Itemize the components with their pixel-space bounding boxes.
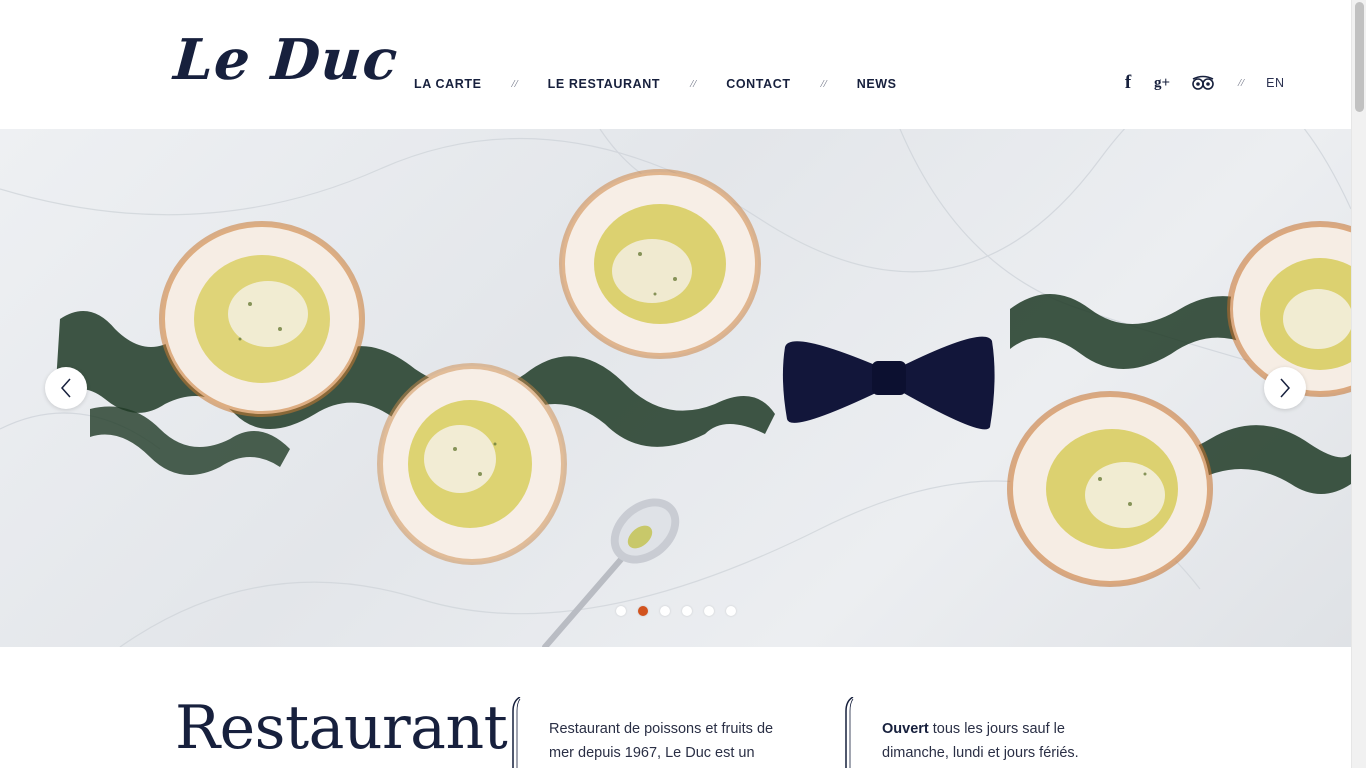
hero-image [0,129,1351,647]
nav-item-la-carte[interactable]: LA CARTE [414,75,482,93]
social-links: f g+ // EN [1120,72,1285,94]
slider-dots [616,606,748,616]
slider-dot[interactable] [704,606,714,616]
main-nav: LA CARTE // LE RESTAURANT // CONTACT // … [414,75,897,93]
google-plus-icon[interactable]: g+ [1152,75,1172,92]
slider-dot[interactable] [682,606,692,616]
opening-hours-bold: Ouvert [882,721,929,737]
logo[interactable]: Le Duc [172,27,400,93]
slider-prev-button[interactable] [45,367,87,409]
intro-description: Restaurant de poissons et fruits de mer … [549,721,774,761]
chevron-right-icon [1280,378,1291,398]
slider-dot[interactable] [616,606,626,616]
slider-dot[interactable] [638,606,648,616]
bracket-decoration [512,697,521,768]
scrollbar-thumb[interactable] [1355,2,1364,112]
nav-item-contact[interactable]: CONTACT [726,75,790,93]
intro-section: Restaurant Restaurant de poissons et fru… [0,647,1351,768]
nav-separator: // [820,78,827,90]
opening-hours: Ouvert tous les jours sauf le dimanche, … [882,717,1122,765]
language-switch[interactable]: EN [1266,76,1284,90]
chevron-left-icon [60,378,71,398]
slider-dot[interactable] [660,606,670,616]
social-separator: // [1238,77,1245,89]
nav-item-news[interactable]: NEWS [857,75,897,93]
page-title: Restaurant [175,693,508,763]
nav-item-le-restaurant[interactable]: LE RESTAURANT [548,75,660,93]
site-header: Le Duc LA CARTE // LE RESTAURANT // CONT… [0,0,1351,129]
scrollbar[interactable] [1351,0,1366,768]
nav-separator: // [511,78,518,90]
nav-separator: // [690,78,697,90]
tripadvisor-icon[interactable] [1190,75,1216,91]
slider-next-button[interactable] [1264,367,1306,409]
facebook-icon[interactable]: f [1120,72,1136,94]
bracket-decoration [845,697,854,768]
hero-slider[interactable] [0,129,1351,647]
slider-dot[interactable] [726,606,736,616]
